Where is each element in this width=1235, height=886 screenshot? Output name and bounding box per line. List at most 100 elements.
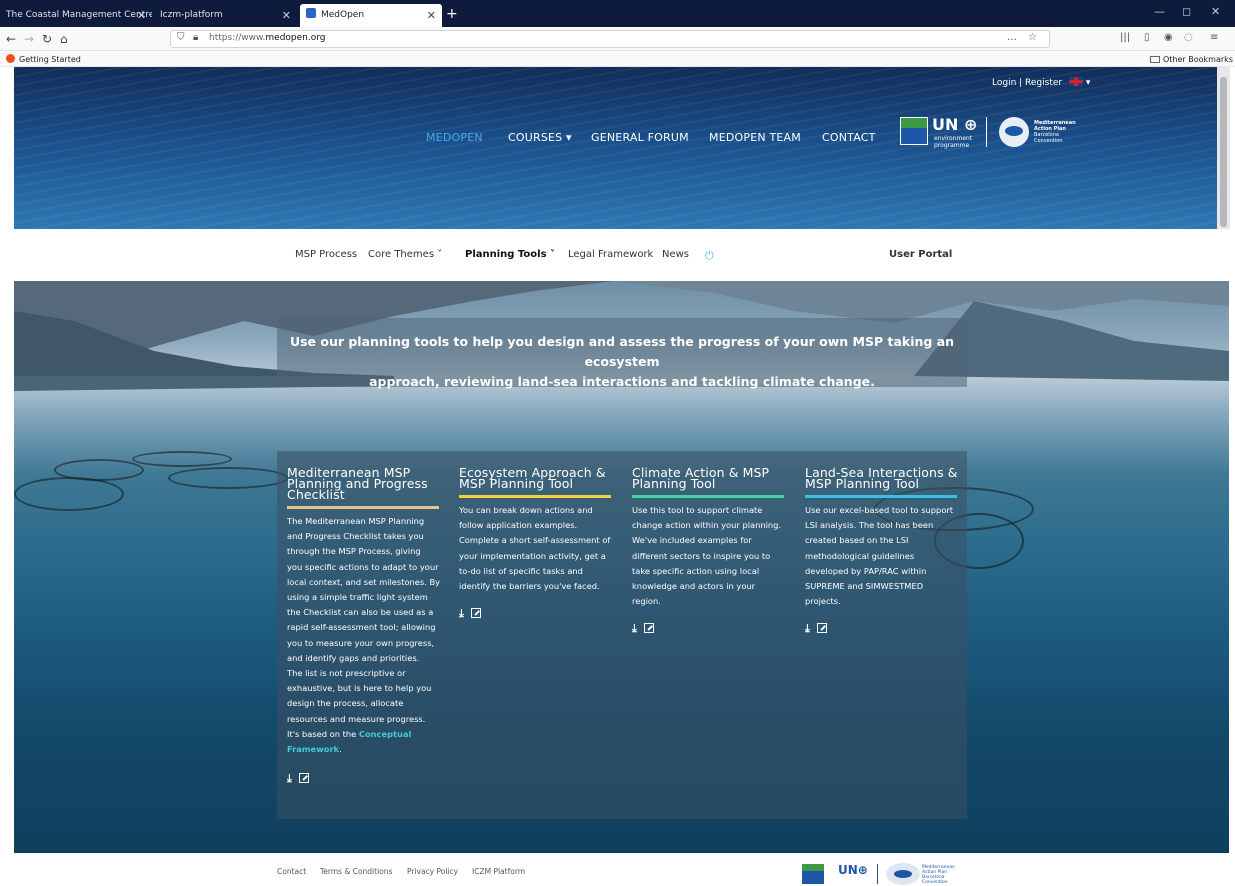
tools-panel: Mediterranean MSP Planning and Progress Ch… <box>277 451 967 819</box>
subnav-legal-framework[interactable]: Legal Framework <box>568 249 653 260</box>
bookmarks-bar: Getting Started Other Bookmarks <box>0 52 1235 67</box>
subnav-msp-process[interactable]: MSP Process <box>295 249 357 260</box>
library-icon[interactable]: ||| <box>1120 32 1130 43</box>
bookmark-getting-started[interactable]: Getting Started <box>6 53 81 66</box>
subnav-core-themes[interactable]: Core Themes ˅ <box>368 249 442 260</box>
minimize-icon[interactable]: — <box>1154 5 1165 18</box>
page-scrollbar[interactable] <box>1217 67 1230 229</box>
fish-cage <box>168 467 288 489</box>
power-icon[interactable]: ⏻ <box>705 249 714 263</box>
tab-title: The Coastal Management Centre <box>6 10 152 20</box>
maximize-icon[interactable]: ◻ <box>1182 5 1191 18</box>
nav-medopen-team[interactable]: MEDOPEN TEAM <box>709 131 801 144</box>
scrollbar-thumb[interactable] <box>1220 77 1227 227</box>
intro-banner: Use our planning tools to help you desig… <box>277 318 967 389</box>
footer-privacy-link[interactable]: Privacy Policy <box>407 867 458 876</box>
medopen-favicon-icon <box>306 8 316 18</box>
footer-map-text: Mediterranean Action Plan Barcelona Convent… <box>922 865 955 885</box>
tool-description: Use our excel-based tool to support LSI a… <box>805 505 954 607</box>
subnav-news[interactable]: News <box>662 249 689 260</box>
tool-card-climate: Climate Action & MSP Planning Tool Use th… <box>632 466 790 636</box>
header-background <box>14 67 1217 229</box>
bookmark-other[interactable]: Other Bookmarks <box>1150 53 1233 66</box>
tool-title[interactable]: Land-Sea Interactions & MSP Planning Tool <box>805 466 963 490</box>
login-register[interactable]: Login | Register ▾ <box>992 77 1090 88</box>
tab-coastal-management[interactable]: The Coastal Management Centre ✕ <box>0 4 152 27</box>
tool-title[interactable]: Mediterranean MSP Planning and Progress Ch… <box>287 466 445 501</box>
tool-description: The Mediterranean MSP Planning and Progre… <box>287 516 441 755</box>
user-portal-link[interactable]: User Portal <box>889 249 952 260</box>
footer-iczm-link[interactable]: ICZM Platform <box>472 867 525 876</box>
planning-subnav: MSP Process Core Themes ˅ Planning Tools… <box>0 229 1235 281</box>
reload-icon[interactable]: ↻ <box>42 31 52 47</box>
close-tab-icon[interactable]: ✕ <box>427 4 436 27</box>
lock-icon: 🔒︎ <box>193 32 199 43</box>
external-link-icon[interactable] <box>470 608 481 619</box>
menu-icon[interactable]: ≡ <box>1210 32 1218 43</box>
tool-description: Use this tool to support climate change a… <box>632 505 782 607</box>
subnav-planning-tools[interactable]: Planning Tools ˅ <box>465 249 555 260</box>
nav-courses[interactable]: COURSES ▾ <box>508 131 572 144</box>
folder-icon <box>1150 56 1160 63</box>
intro-text: Use our planning tools to help you desig… <box>289 334 955 389</box>
tab-title: MedOpen <box>321 10 365 20</box>
url-text: https://www.medopen.org <box>209 33 326 43</box>
new-tab-plus-icon[interactable]: + <box>446 4 458 24</box>
shield-icon[interactable]: ⛉ <box>177 32 185 43</box>
site-header: Login | Register ▾ MEDOPEN COURSES ▾ GEN… <box>14 67 1217 229</box>
tool-accent-bar <box>287 506 439 509</box>
un-environment-logo: UN ⊕ <box>932 115 978 134</box>
nav-contact[interactable]: CONTACT <box>822 131 876 144</box>
home-icon[interactable]: ⌂ <box>60 31 68 47</box>
tool-card-land-sea: Land-Sea Interactions & MSP Planning Tool… <box>805 466 963 636</box>
un-environment-subtitle: environment programme <box>934 135 973 149</box>
back-icon[interactable]: ← <box>6 31 16 47</box>
external-link-icon[interactable] <box>816 623 827 634</box>
firefox-icon <box>6 54 15 63</box>
site-footer: Contact Terms & Conditions Privacy Polic… <box>0 853 1235 886</box>
window-close-icon[interactable]: ✕ <box>1211 5 1220 18</box>
footer-pap-rac-logo <box>802 864 824 884</box>
browser-tab-bar: The Coastal Management Centre ✕ Iczm-pla… <box>0 0 1235 27</box>
account-icon[interactable]: ◉ <box>1164 32 1173 43</box>
footer-terms-link[interactable]: Terms & Conditions <box>320 867 392 876</box>
external-link-icon[interactable] <box>298 773 309 784</box>
forward-icon[interactable]: → <box>24 31 34 47</box>
tool-title[interactable]: Climate Action & MSP Planning Tool <box>632 466 790 490</box>
tab-medopen[interactable]: MedOpen ✕ <box>300 4 442 27</box>
download-icon[interactable]: ⤓ <box>459 607 464 621</box>
download-icon[interactable]: ⤓ <box>632 622 637 636</box>
map-logo-text: Mediterranean Action Plan Barcelona Conv… <box>1034 120 1076 144</box>
uk-flag-icon[interactable] <box>1068 77 1083 86</box>
download-icon[interactable]: ⤓ <box>805 622 810 636</box>
conceptual-framework-link[interactable]: Conceptual <box>359 729 412 739</box>
tab-title: Iczm-platform <box>160 10 223 20</box>
nav-medopen[interactable]: MEDOPEN <box>426 131 483 144</box>
footer-contact-link[interactable]: Contact <box>277 867 306 876</box>
sidebar-icon[interactable]: ▯ <box>1144 32 1150 43</box>
logo-divider <box>986 117 987 147</box>
footer-logo-divider <box>877 864 878 884</box>
close-tab-icon[interactable]: ✕ <box>137 4 146 27</box>
tool-title[interactable]: Ecosystem Approach & MSP Planning Tool <box>459 466 617 490</box>
footer-map-logo-icon <box>886 863 920 885</box>
footer-un-logo: UN⊕ <box>838 863 868 877</box>
tool-accent-bar <box>805 495 957 498</box>
tab-iczm-platform[interactable]: Iczm-platform ✕ <box>154 4 297 27</box>
close-tab-icon[interactable]: ✕ <box>282 4 291 27</box>
tool-card-checklist: Mediterranean MSP Planning and Progress Ch… <box>287 466 445 786</box>
page-actions[interactable]: … ☆ <box>1007 32 1041 43</box>
external-link-icon[interactable] <box>643 623 654 634</box>
tool-card-ecosystem: Ecosystem Approach & MSP Planning Tool Yo… <box>459 466 617 621</box>
tool-accent-bar <box>632 495 784 498</box>
tool-accent-bar <box>459 495 611 498</box>
pap-rac-logo <box>900 117 928 145</box>
tool-description: You can break down actions and follow app… <box>459 505 611 592</box>
conceptual-framework-link-cont[interactable]: Framework <box>287 744 339 754</box>
download-icon[interactable]: ⤓ <box>287 772 292 786</box>
url-bar[interactable]: ⛉ 🔒︎ https://www.medopen.org … ☆ <box>170 30 1050 48</box>
extension-icon[interactable]: ◌ <box>1184 32 1193 43</box>
map-logo-icon <box>999 117 1029 147</box>
nav-general-forum[interactable]: GENERAL FORUM <box>591 131 689 144</box>
fish-cage <box>132 451 232 467</box>
